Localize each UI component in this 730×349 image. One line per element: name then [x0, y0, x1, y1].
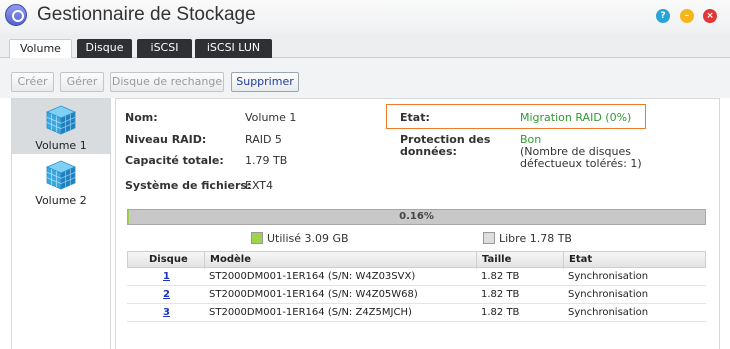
- table-row[interactable]: 1 ST2000DM001-1ER164 (S/N: W4Z03SVX) 1.8…: [127, 268, 706, 286]
- state-value: Migration RAID (0%): [520, 111, 632, 124]
- column-divider: [204, 252, 205, 269]
- spare-disk-button[interactable]: Disque de rechange: [110, 72, 224, 92]
- volume-item-label: Volume 1: [35, 139, 87, 152]
- usage-progress-bar: 0.16%: [127, 209, 706, 225]
- protection-label-line2: données:: [400, 145, 457, 158]
- tab-iscsi-lun[interactable]: iSCSI LUN: [195, 39, 272, 58]
- filesystem-label: Système de fichiers:: [125, 179, 252, 192]
- storage-manager-icon: [5, 4, 27, 26]
- volume-details-panel: Nom: Volume 1 Niveau RAID: RAID 5 Capaci…: [115, 98, 720, 349]
- disk-size: 1.82 TB: [481, 289, 520, 300]
- tab-iscsi[interactable]: iSCSI: [137, 39, 192, 58]
- volume-item-label: Volume 2: [35, 194, 87, 207]
- table-row[interactable]: 2 ST2000DM001-1ER164 (S/N: W4Z05W68) 1.8…: [127, 286, 706, 304]
- state-label: Etat:: [400, 111, 430, 124]
- disk-model: ST2000DM001-1ER164 (S/N: Z4Z5MJCH): [209, 307, 412, 318]
- table-row[interactable]: 3 ST2000DM001-1ER164 (S/N: Z4Z5MJCH) 1.8…: [127, 304, 706, 322]
- close-icon[interactable]: ×: [703, 9, 717, 23]
- create-button[interactable]: Créer: [11, 72, 54, 92]
- disk-table: Disque Modèle Taille Etat 1 ST2000DM001-…: [127, 251, 706, 322]
- title-bar: Gestionnaire de Stockage ? – ×: [0, 0, 730, 34]
- disk-model: ST2000DM001-1ER164 (S/N: W4Z05W68): [209, 289, 418, 300]
- name-value: Volume 1: [245, 111, 297, 124]
- column-divider: [563, 252, 564, 269]
- usage-percent-text: 0.16%: [399, 211, 434, 222]
- disk-state: Synchronisation: [568, 271, 649, 282]
- tab-bar: Volume Disque iSCSI iSCSI LUN: [0, 34, 730, 59]
- disk-model: ST2000DM001-1ER164 (S/N: W4Z03SVX): [209, 271, 416, 282]
- help-icon[interactable]: ?: [656, 9, 670, 23]
- volume-item-1[interactable]: Volume 1: [12, 99, 110, 154]
- disk-size: 1.82 TB: [481, 271, 520, 282]
- disk-link[interactable]: 2: [163, 289, 170, 300]
- disk-state: Synchronisation: [568, 307, 649, 318]
- column-divider: [476, 252, 477, 269]
- used-legend-text: Utilisé 3.09 GB: [267, 232, 349, 245]
- cube-stack-icon: [45, 160, 77, 190]
- filesystem-value: EXT4: [245, 179, 274, 192]
- raid-level-value: RAID 5: [245, 133, 282, 146]
- disk-state: Synchronisation: [568, 289, 649, 300]
- free-legend-swatch: [483, 232, 495, 244]
- disk-table-header: Disque Modèle Taille Etat: [127, 251, 706, 269]
- tab-volume[interactable]: Volume: [9, 39, 72, 59]
- toolbar: Créer Gérer Disque de rechange Supprimer: [0, 58, 730, 98]
- manage-button[interactable]: Gérer: [60, 72, 104, 92]
- column-header-state[interactable]: Etat: [569, 254, 592, 265]
- delete-button[interactable]: Supprimer: [231, 72, 299, 92]
- used-legend-swatch: [251, 232, 263, 244]
- volume-list: Volume 1 Volume 2: [11, 98, 111, 349]
- disk-link[interactable]: 3: [163, 307, 170, 318]
- window-title: Gestionnaire de Stockage: [37, 4, 256, 25]
- name-label: Nom:: [125, 111, 158, 124]
- raid-level-label: Niveau RAID:: [125, 133, 207, 146]
- capacity-label: Capacité totale:: [125, 154, 224, 167]
- cube-stack-icon: [45, 105, 77, 135]
- minimize-icon[interactable]: –: [680, 9, 694, 23]
- protection-note-line2: défectueux tolérés: 1): [520, 157, 642, 170]
- disk-link[interactable]: 1: [163, 271, 170, 282]
- capacity-value: 1.79 TB: [245, 154, 288, 167]
- column-header-model[interactable]: Modèle: [210, 254, 251, 265]
- tab-disque[interactable]: Disque: [77, 39, 132, 58]
- disk-size: 1.82 TB: [481, 307, 520, 318]
- column-header-disk[interactable]: Disque: [149, 254, 188, 265]
- column-header-size[interactable]: Taille: [482, 254, 511, 265]
- free-legend-text: Libre 1.78 TB: [499, 232, 572, 245]
- volume-item-2[interactable]: Volume 2: [12, 154, 110, 209]
